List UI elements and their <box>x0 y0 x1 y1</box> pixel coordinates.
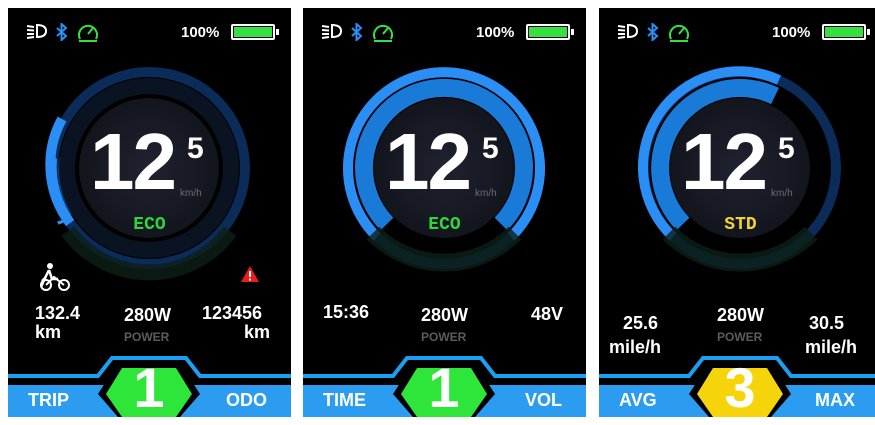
odo-label[interactable]: ODO <box>226 390 267 411</box>
avg-label[interactable]: AVG <box>619 390 657 411</box>
time-label[interactable]: TIME <box>323 390 366 411</box>
display-screen-time: 100% 12 5 km/h ECO 15:36 280W POWER 48V … <box>303 8 586 417</box>
max-label[interactable]: MAX <box>815 390 855 411</box>
display-screen-trip: 100% 12 5 km/h ECO 132.4 km 280W POWER 1… <box>8 8 291 417</box>
display-screen-avg: 100% 12 5 km/h STD 25.6 mile/h 280W POWE… <box>599 8 875 417</box>
assist-level: 1 <box>428 356 460 417</box>
trip-label[interactable]: TRIP <box>28 390 69 411</box>
assist-level: 3 <box>724 356 756 417</box>
assist-level: 1 <box>133 356 165 417</box>
vol-label[interactable]: VOL <box>525 390 562 411</box>
